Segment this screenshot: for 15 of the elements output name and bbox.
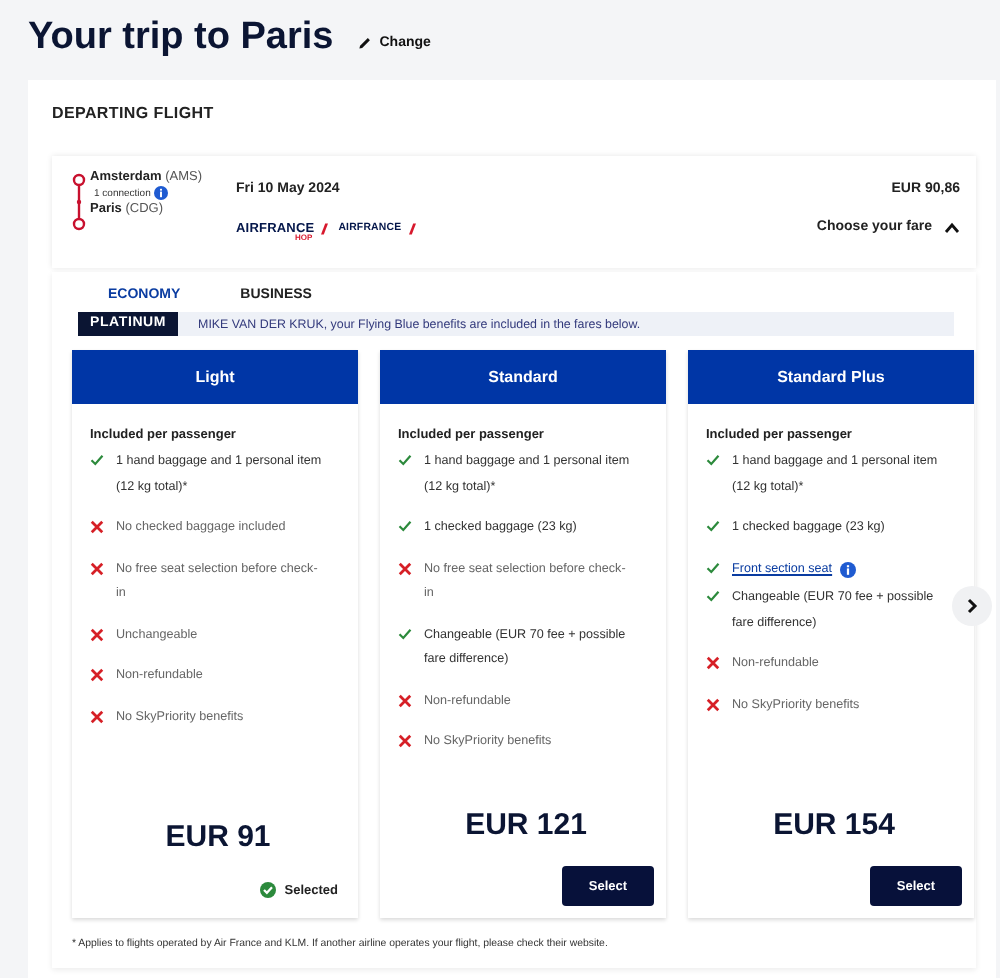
fare-name: Light (72, 350, 358, 404)
fare-price: EUR 91 (163, 820, 273, 854)
fare-price: EUR 154 (771, 808, 897, 842)
info-icon[interactable] (154, 186, 169, 200)
chevron-right-icon (966, 598, 978, 614)
fare-name: Standard Plus (688, 350, 974, 404)
check-circle-icon (260, 882, 277, 898)
section-title: DEPARTING FLIGHT (52, 104, 216, 126)
info-icon[interactable] (840, 561, 857, 577)
page-title: Your trip to Paris (28, 16, 334, 60)
pencil-icon (357, 35, 372, 49)
next-button[interactable] (952, 586, 992, 626)
fare-price: EUR 121 (463, 808, 589, 842)
fare-name: Standard (380, 350, 666, 404)
route-line-icon (72, 172, 86, 232)
